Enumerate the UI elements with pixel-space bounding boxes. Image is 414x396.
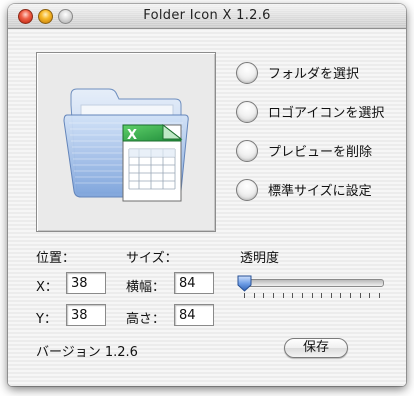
- size-label: サイズ：: [126, 251, 178, 266]
- opacity-label: 透明度: [240, 251, 280, 266]
- width-input[interactable]: 84: [174, 272, 214, 294]
- position-label: 位置：: [36, 251, 76, 266]
- radio-button[interactable]: [236, 62, 258, 84]
- x-label: X：: [36, 280, 58, 295]
- slider-tick: [331, 293, 332, 298]
- radio-button[interactable]: [236, 140, 258, 162]
- slider-tick: [350, 293, 351, 298]
- version-label: バージョン 1.2.6: [36, 345, 138, 360]
- slider-tick: [273, 293, 274, 298]
- slider-tick: [321, 293, 322, 298]
- icon-preview-well[interactable]: X: [36, 52, 216, 232]
- window-title: Folder Icon X 1.2.6: [143, 8, 271, 23]
- app-window: Folder Icon X 1.2.6 X フォルダを選択 ロゴアイコンを選択 …: [8, 4, 406, 386]
- radio-button[interactable]: [236, 179, 258, 201]
- slider-tick: [340, 293, 341, 298]
- height-label: 高さ：: [126, 312, 166, 327]
- spreadsheet-logo-icon: X: [122, 123, 183, 202]
- svg-text:X: X: [127, 128, 137, 143]
- folder-icon: X: [63, 88, 189, 202]
- x-input[interactable]: 38: [66, 272, 106, 294]
- option-label: プレビューを削除: [268, 145, 373, 160]
- opacity-slider-thumb[interactable]: [237, 275, 252, 292]
- option-label: 標準サイズに設定: [268, 184, 372, 199]
- slider-tick: [379, 293, 380, 298]
- slider-tick: [263, 293, 264, 298]
- option-label: フォルダを選択: [268, 67, 360, 82]
- slider-tick: [292, 293, 293, 298]
- height-input[interactable]: 84: [174, 304, 214, 326]
- save-button[interactable]: 保存: [284, 338, 348, 358]
- slider-tick: [312, 293, 313, 298]
- y-input[interactable]: 38: [66, 304, 106, 326]
- slider-tick: [283, 293, 284, 298]
- opacity-slider-track[interactable]: [240, 279, 384, 287]
- slider-tick: [254, 293, 255, 298]
- slider-tick: [360, 293, 361, 298]
- slider-tick: [369, 293, 370, 298]
- y-label: Y：: [36, 312, 57, 327]
- option-label: ロゴアイコンを選択: [268, 106, 385, 121]
- slider-tick: [302, 293, 303, 298]
- opacity-slider-ticks: [244, 293, 380, 299]
- title-bar[interactable]: Folder Icon X 1.2.6: [8, 4, 406, 29]
- slider-tick: [244, 293, 245, 298]
- width-label: 横幅：: [126, 280, 166, 295]
- radio-button[interactable]: [236, 101, 258, 123]
